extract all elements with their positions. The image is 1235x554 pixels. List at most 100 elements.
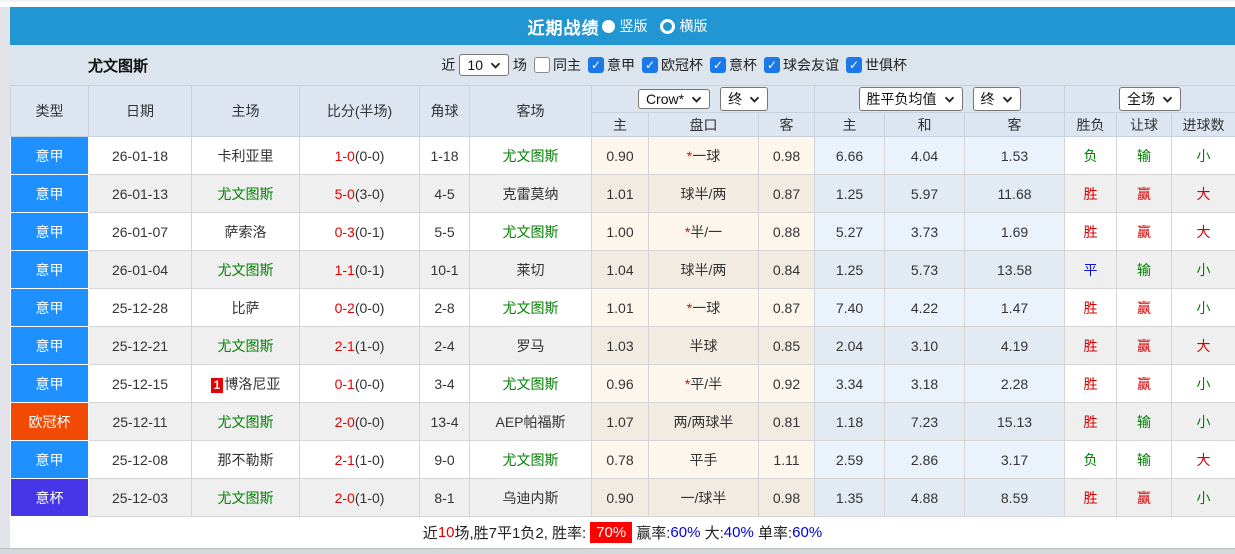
table-row: 欧冠杯25-12-11尤文图斯2-0(0-0)13-4AEP帕福斯1.07两/两… [11, 403, 1235, 441]
away-team[interactable]: 乌迪内斯 [470, 479, 592, 517]
handicap-line: 球半/两 [649, 175, 759, 213]
mean-win-odds: 5.27 [815, 213, 885, 251]
away-team-name[interactable]: 尤文图斯 [503, 224, 559, 240]
mean-group-header: 胜平负均值 终 [815, 86, 1065, 113]
checkbox-checked[interactable]: ✓ [642, 57, 658, 73]
odds-away: 0.87 [759, 175, 815, 213]
odds-company-select[interactable]: Crow* [638, 89, 710, 109]
games-count-select[interactable]: 10 [459, 54, 509, 76]
away-team[interactable]: 罗马 [470, 327, 592, 365]
mean-stage-select[interactable]: 终 [973, 87, 1021, 111]
fulltime-score: 5-0 [335, 186, 355, 202]
away-team-name[interactable]: 乌迪内斯 [503, 490, 559, 506]
scope-select[interactable]: 全场 [1119, 87, 1181, 111]
checkbox-label: 同主 [553, 55, 581, 75]
table-header-row: 类型 日期 主场 比分(半场) 角球 客场 Crow* 终 [11, 86, 1235, 113]
halftime-score: (0-1) [355, 224, 385, 240]
home-team-name[interactable]: 尤文图斯 [218, 338, 274, 354]
odds-away: 0.81 [759, 403, 815, 441]
home-team[interactable]: 比萨 [192, 289, 300, 327]
result-handicap: 赢 [1117, 327, 1172, 365]
page-bottom-strip [0, 548, 1235, 554]
home-team[interactable]: 卡利亚里 [192, 137, 300, 175]
col-header-score: 比分(半场) [300, 86, 420, 137]
home-team-name[interactable]: 尤文图斯 [218, 262, 274, 278]
away-team-name[interactable]: 尤文图斯 [503, 300, 559, 316]
mean-type-select[interactable]: 胜平负均值 [859, 87, 963, 111]
away-team[interactable]: 尤文图斯 [470, 441, 592, 479]
away-team-name[interactable]: 克雷莫纳 [503, 186, 559, 202]
home-team-name[interactable]: 比萨 [232, 300, 260, 316]
away-team[interactable]: 克雷莫纳 [470, 175, 592, 213]
table-row: 意甲25-12-151博洛尼亚0-1(0-0)3-4尤文图斯0.96*平/半0.… [11, 365, 1235, 403]
home-team-name[interactable]: 卡利亚里 [218, 148, 274, 164]
mean-draw-odds: 5.73 [885, 251, 965, 289]
away-team-name[interactable]: 罗马 [517, 338, 545, 354]
away-team-name[interactable]: 尤文图斯 [503, 452, 559, 468]
checkbox-unchecked[interactable] [534, 57, 550, 73]
away-team-name[interactable]: AEP帕福斯 [495, 414, 565, 430]
home-team[interactable]: 尤文图斯 [192, 175, 300, 213]
mean-win-odds: 7.40 [815, 289, 885, 327]
home-team[interactable]: 尤文图斯 [192, 403, 300, 441]
odds-away: 0.88 [759, 213, 815, 251]
home-team-name[interactable]: 尤文图斯 [218, 414, 274, 430]
away-team[interactable]: 尤文图斯 [470, 289, 592, 327]
mean-draw-odds: 3.18 [885, 365, 965, 403]
corner-score: 2-4 [420, 327, 470, 365]
games-count-value: 10 [467, 57, 483, 73]
halftime-score: (3-0) [355, 186, 385, 202]
col-header-date: 日期 [89, 86, 192, 137]
result-handicap: 赢 [1117, 213, 1172, 251]
home-team[interactable]: 尤文图斯 [192, 251, 300, 289]
home-team[interactable]: 萨索洛 [192, 213, 300, 251]
mean-lose-odds: 2.28 [965, 365, 1065, 403]
away-team-name[interactable]: 尤文图斯 [503, 148, 559, 164]
home-team[interactable]: 尤文图斯 [192, 327, 300, 365]
col-header-home: 主场 [192, 86, 300, 137]
away-team[interactable]: 尤文图斯 [470, 213, 592, 251]
checkbox-checked[interactable]: ✓ [588, 57, 604, 73]
home-team-name[interactable]: 尤文图斯 [218, 490, 274, 506]
halftime-score: (0-0) [355, 376, 385, 392]
mean-lose-odds: 13.58 [965, 251, 1065, 289]
checkbox-checked[interactable]: ✓ [846, 57, 862, 73]
away-team[interactable]: AEP帕福斯 [470, 403, 592, 441]
away-team[interactable]: 尤文图斯 [470, 137, 592, 175]
home-team[interactable]: 那不勒斯 [192, 441, 300, 479]
away-team[interactable]: 莱切 [470, 251, 592, 289]
checkbox-checked[interactable]: ✓ [710, 57, 726, 73]
mean-lose-odds: 11.68 [965, 175, 1065, 213]
result-goals: 大 [1172, 213, 1235, 251]
subcol-handicap: 盘口 [649, 113, 759, 137]
subcol-result-wdl: 胜负 [1065, 113, 1117, 137]
odds-home: 1.01 [592, 289, 649, 327]
mean-win-odds: 1.18 [815, 403, 885, 441]
away-team[interactable]: 尤文图斯 [470, 365, 592, 403]
league-badge: 欧冠杯 [11, 403, 89, 441]
radio-label: 横版 [680, 18, 708, 34]
away-team-name[interactable]: 莱切 [517, 262, 545, 278]
radio-unselected-icon[interactable] [660, 19, 675, 34]
odds-home: 1.00 [592, 213, 649, 251]
home-team-name[interactable]: 博洛尼亚 [224, 376, 280, 392]
results-tbody: 意甲26-01-18卡利亚里1-0(0-0)1-18尤文图斯0.90*一球0.9… [11, 137, 1235, 517]
home-team-name[interactable]: 尤文图斯 [218, 186, 274, 202]
away-team-name[interactable]: 尤文图斯 [503, 376, 559, 392]
checkbox-checked[interactable]: ✓ [764, 57, 780, 73]
radio-selected-icon[interactable] [602, 20, 615, 33]
result-handicap: 输 [1117, 441, 1172, 479]
result-outcome: 胜 [1065, 175, 1117, 213]
result-goals: 小 [1172, 365, 1235, 403]
subcol-result-handicap: 让球 [1117, 113, 1172, 137]
corner-score: 8-1 [420, 479, 470, 517]
odds-stage-select[interactable]: 终 [720, 87, 768, 111]
home-team-name[interactable]: 萨索洛 [225, 224, 267, 240]
fulltime-score: 0-2 [335, 300, 355, 316]
home-team-name[interactable]: 那不勒斯 [218, 452, 274, 468]
handicap-line: *一球 [649, 137, 759, 175]
home-team[interactable]: 1博洛尼亚 [192, 365, 300, 403]
mean-win-odds: 2.04 [815, 327, 885, 365]
score: 0-1(0-0) [300, 365, 420, 403]
home-team[interactable]: 尤文图斯 [192, 479, 300, 517]
